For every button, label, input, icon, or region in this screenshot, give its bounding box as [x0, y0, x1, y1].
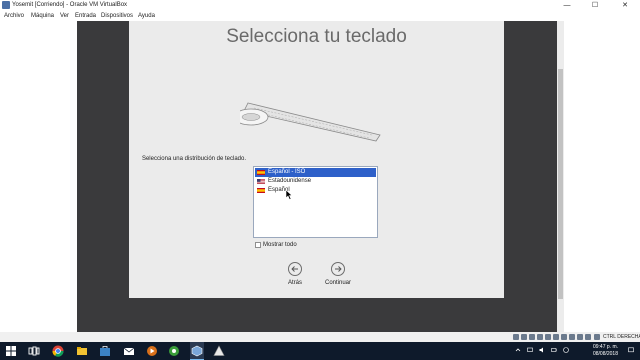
app-green-icon[interactable] — [168, 345, 180, 357]
spain-flag-icon — [257, 170, 265, 175]
show-all-label: Mostrar todo — [263, 242, 297, 248]
language-tray-icon[interactable] — [563, 347, 569, 353]
back-label[interactable]: Atrás — [280, 280, 310, 286]
menu-archivo[interactable]: Archivo — [4, 12, 24, 20]
close-button[interactable]: ✕ — [612, 0, 638, 11]
cpu-icon[interactable] — [577, 334, 583, 340]
keyboard-illustration-icon — [240, 102, 381, 142]
volume-tray-icon[interactable] — [539, 347, 545, 353]
optical-drive-icon[interactable] — [521, 334, 527, 340]
mouse-integration-icon[interactable] — [585, 334, 591, 340]
show-hidden-icons-icon[interactable] — [515, 347, 521, 353]
layout-row-espanol[interactable]: Español — [255, 186, 376, 195]
media-player-icon[interactable] — [146, 345, 158, 357]
app-warning-icon[interactable] — [213, 345, 225, 357]
windows-taskbar: 09:47 p. m. 08/08/2018 — [0, 342, 640, 360]
menu-ayuda[interactable]: Ayuda — [138, 12, 155, 20]
maximize-button[interactable]: ☐ — [582, 0, 608, 11]
display-icon[interactable] — [561, 334, 567, 340]
network-icon[interactable] — [537, 334, 543, 340]
virtualbox-taskbar-icon[interactable] — [191, 345, 203, 357]
vm-display[interactable]: Selecciona tu teclado Selecciona una dis… — [0, 21, 640, 332]
notifications-icon[interactable] — [628, 347, 634, 353]
shared-folders-icon[interactable] — [553, 334, 559, 340]
layout-label: Español - ISO — [268, 169, 306, 175]
layout-row-espanol-iso[interactable]: Español - ISO — [255, 168, 376, 177]
menu-entrada[interactable]: Entrada — [75, 12, 96, 20]
arrow-right-icon — [335, 266, 342, 272]
taskbar-clock[interactable]: 09:47 p. m. 08/08/2018 — [578, 344, 618, 358]
clock-date: 08/08/2018 — [592, 351, 618, 357]
usb-icon[interactable] — [545, 334, 551, 340]
layout-label: Estadounidense — [268, 178, 312, 184]
windows-start-icon[interactable] — [5, 345, 17, 357]
host-key-label: CTRL DERECHA — [603, 334, 640, 340]
chrome-icon[interactable] — [52, 345, 64, 357]
battery-tray-icon[interactable] — [551, 347, 557, 353]
keyboard-layout-list[interactable]: Español - ISO Estadounidense Español — [253, 166, 378, 238]
clock-time: 09:47 p. m. — [592, 344, 618, 350]
vm-scrollbar-thumb[interactable] — [558, 69, 563, 299]
vm-window-titlebar: Yosemit [Corriendo] - Oracle VM VirtualB… — [0, 0, 640, 11]
menu-dispositivos[interactable]: Dispositivos — [101, 12, 133, 20]
window-title: Yosemit [Corriendo] - Oracle VM VirtualB… — [12, 2, 128, 8]
continue-button[interactable] — [331, 262, 345, 276]
windows-store-icon[interactable] — [99, 345, 111, 357]
continue-label[interactable]: Continuar — [318, 280, 358, 286]
menu-maquina[interactable]: Máquina — [31, 12, 54, 20]
minimize-button[interactable]: — — [554, 0, 580, 11]
video-capture-icon[interactable] — [569, 334, 575, 340]
spain-flag-icon — [257, 188, 265, 193]
task-view-icon[interactable] — [28, 345, 40, 357]
audio-icon[interactable] — [529, 334, 535, 340]
file-explorer-icon[interactable] — [76, 345, 88, 357]
keyboard-layout-prompt: Selecciona una distribución de teclado. — [141, 156, 247, 162]
menu-bar: Archivo Máquina Ver Entrada Dispositivos… — [0, 11, 640, 21]
page-title: Selecciona tu teclado — [226, 26, 407, 47]
layout-row-estadounidense[interactable]: Estadounidense — [255, 177, 376, 186]
hard-disk-icon[interactable] — [513, 334, 519, 340]
keyboard-icon[interactable] — [594, 334, 600, 340]
arrow-left-icon — [291, 266, 298, 272]
back-button[interactable] — [288, 262, 302, 276]
network-tray-icon[interactable] — [527, 347, 533, 353]
mail-icon[interactable] — [123, 345, 135, 357]
vm-statusbar: CTRL DERECHA — [0, 332, 640, 342]
us-flag-icon — [257, 179, 265, 184]
mouse-cursor-icon — [286, 190, 293, 200]
virtualbox-app-icon — [2, 1, 10, 9]
menu-ver[interactable]: Ver — [60, 12, 69, 20]
show-all-checkbox[interactable] — [255, 242, 261, 248]
